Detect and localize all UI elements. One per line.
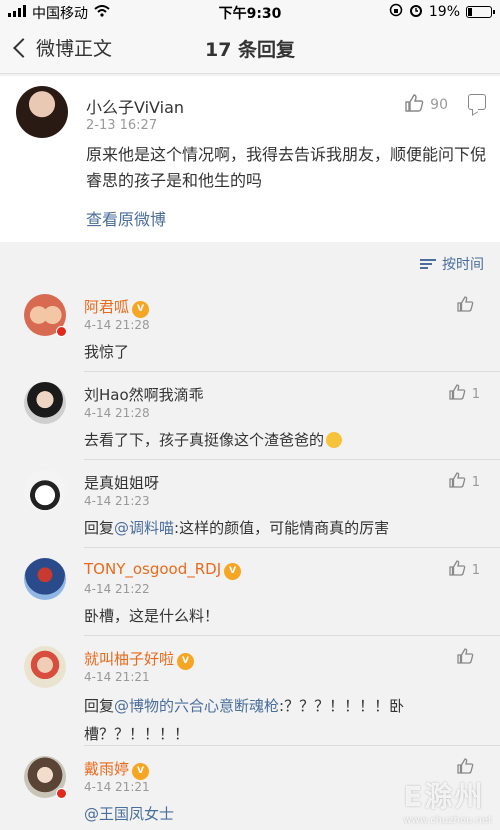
post-like-count: 90 <box>430 97 448 113</box>
username-text: 阿君呱 <box>84 298 130 316</box>
comment-username[interactable]: 戴雨婷 V <box>84 758 150 780</box>
comment-icon[interactable] <box>468 94 486 110</box>
avatar[interactable] <box>24 382 66 424</box>
status-bar: 中国移动 下午9:30 19% <box>0 0 500 22</box>
battery-fill <box>468 8 472 16</box>
username-text: 刘Hao然啊我滴乖 <box>84 386 204 404</box>
comment-text: 去看了下，孩子真挺像这个渣爸爸的 <box>84 431 325 449</box>
comment-like-button[interactable]: 1 <box>448 472 480 492</box>
post-time: 2-13 16:27 <box>86 118 158 133</box>
comment-time: 4-14 21:28 <box>84 406 150 420</box>
comment-time: 4-14 21:21 <box>84 670 150 684</box>
username-text: 戴雨婷 <box>84 760 130 778</box>
vip-badge-icon: V <box>132 763 150 780</box>
comment-like-button[interactable]: 1 <box>448 384 480 404</box>
username-text: TONY_osgood_RDJ <box>84 560 222 578</box>
thumbs-up-icon <box>448 384 466 404</box>
thumbs-up-icon <box>456 296 474 316</box>
comment-time: 4-14 21:23 <box>84 494 150 508</box>
battery-icon <box>466 6 495 18</box>
mention-link[interactable]: @王国凤女士 <box>84 805 174 823</box>
mention-link[interactable]: @调料喵 <box>114 519 174 537</box>
sort-bar: 按时间 <box>0 248 500 280</box>
watermark-logo: E滁州 www.chuzhou.net <box>403 775 492 826</box>
watermark-sub: www.chuzhou.net <box>403 815 492 826</box>
vip-badge-icon: V <box>132 301 150 318</box>
comment-time: 4-14 21:22 <box>84 582 150 596</box>
thumbs-up-icon <box>448 560 466 580</box>
watermark-text: E滁州 <box>403 780 485 813</box>
comment-body: 回复@调料喵:这样的颜值，可能情商真的厉害 <box>84 516 484 540</box>
username-text: 是真姐姐呀 <box>84 474 160 492</box>
comment-like-button[interactable] <box>456 648 480 668</box>
comment-item: 阿君呱 V 4-14 21:28 我惊了 <box>0 284 500 372</box>
page-title: 17 条回复 <box>204 39 296 61</box>
comment-time: 4-14 21:28 <box>84 318 150 332</box>
comment-like-button[interactable] <box>456 296 480 316</box>
verified-badge-icon <box>56 326 67 337</box>
rotation-lock-icon <box>389 3 403 21</box>
comment-like-button[interactable]: 1 <box>448 560 480 580</box>
thumbs-up-icon <box>448 472 466 492</box>
comment-username[interactable]: 阿君呱 V <box>84 296 150 318</box>
post-username[interactable]: 小么子ViVian <box>86 94 184 118</box>
comment-list: 阿君呱 V 4-14 21:28 我惊了 刘Hao然啊我滴乖 4-14 21:28… <box>0 284 500 830</box>
comment-text: 卧槽，这是什么料！ <box>84 607 220 625</box>
comment-text: 我惊了 <box>84 343 130 361</box>
like-count: 1 <box>471 474 480 490</box>
like-count: 1 <box>471 386 480 402</box>
sort-label: 按时间 <box>442 257 484 273</box>
comment-username[interactable]: 就叫柚子好啦 V <box>84 648 195 670</box>
avatar[interactable] <box>24 558 66 600</box>
comment-username[interactable]: 刘Hao然啊我滴乖 <box>84 384 204 405</box>
nav-bar: 微博正文 17 条回复 <box>0 22 500 74</box>
main-post: 小么子ViVian 2-13 16:27 90 原来他是这个情况啊，我得去告诉我… <box>0 76 500 242</box>
laughing-crying-emoji-icon <box>326 432 343 448</box>
like-count: 1 <box>471 562 480 578</box>
mention-link[interactable]: @博物的六合心意断魂枪 <box>114 697 279 715</box>
battery-percent: 19% <box>428 4 460 20</box>
comment-body: 回复@博物的六合心意断魂枪:？？？！！！！卧槽？？！！！！ <box>84 692 484 748</box>
alarm-icon <box>409 3 423 21</box>
avatar[interactable] <box>24 470 66 512</box>
comment-body: 去看了下，孩子真挺像这个渣爸爸的 <box>84 428 484 452</box>
post-like-button[interactable]: 90 <box>404 94 448 116</box>
avatar[interactable] <box>24 646 66 688</box>
reply-prefix: 回复 <box>84 519 115 537</box>
status-right: 19% <box>389 3 495 21</box>
comment-time: 4-14 21:21 <box>84 780 150 794</box>
vip-badge-icon: V <box>224 563 242 580</box>
view-original-link[interactable]: 查看原微博 <box>86 206 166 230</box>
comment-body: 卧槽，这是什么料！ <box>84 604 484 628</box>
comment-body: 我惊了 <box>84 340 484 364</box>
vip-badge-icon: V <box>177 653 195 670</box>
comment-item: TONY_osgood_RDJ V 4-14 21:22 1 卧槽，这是什么料！ <box>0 548 500 636</box>
verified-badge-icon <box>56 788 67 799</box>
comment-username[interactable]: TONY_osgood_RDJ V <box>84 560 242 580</box>
username-text: 就叫柚子好啦 <box>84 650 175 668</box>
thumbs-up-icon <box>456 648 474 668</box>
avatar[interactable] <box>16 86 68 138</box>
post-content: 原来他是这个情况啊，我得去告诉我朋友，顺便能问下倪睿思的孩子是和他生的吗 <box>86 145 487 190</box>
comment-item: 是真姐姐呀 4-14 21:23 1 回复@调料喵:这样的颜值，可能情商真的厉害 <box>0 460 500 548</box>
comment-item: 就叫柚子好啦 V 4-14 21:21 回复@博物的六合心意断魂枪:？？？！！！！… <box>0 636 500 746</box>
comment-item: 刘Hao然啊我滴乖 4-14 21:28 1 去看了下，孩子真挺像这个渣爸爸的 <box>0 372 500 460</box>
reply-prefix: 回复 <box>84 697 115 715</box>
comment-text: :这样的颜值，可能情商真的厉害 <box>174 519 390 537</box>
sort-icon <box>420 258 436 270</box>
comment-username[interactable]: 是真姐姐呀 <box>84 472 159 493</box>
sort-by-time-button[interactable]: 按时间 <box>420 254 484 274</box>
thumbs-up-icon <box>404 94 424 116</box>
